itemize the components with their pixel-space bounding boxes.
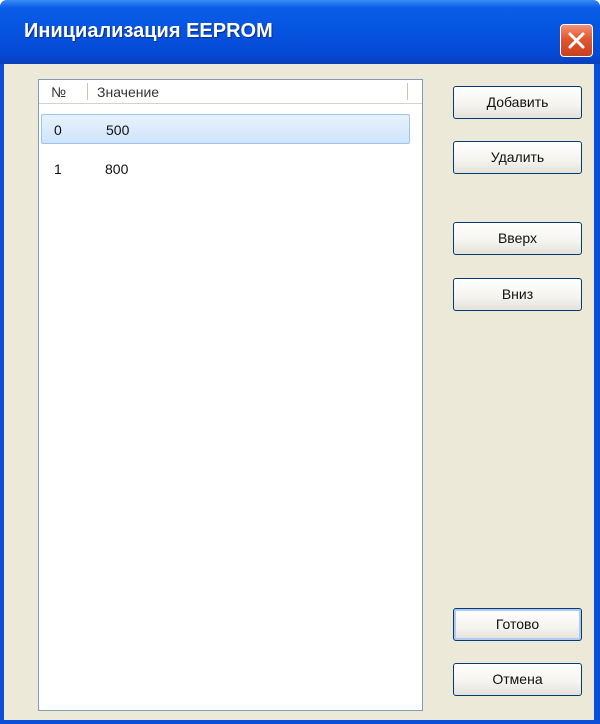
cancel-button[interactable]: Отмена [453, 663, 582, 696]
done-button[interactable]: Готово [453, 608, 582, 641]
window-title: Инициализация EEPROM [24, 20, 273, 42]
list-header: № Значение [39, 80, 422, 104]
add-button[interactable]: Добавить [453, 86, 582, 119]
row-index: 0 [54, 122, 62, 138]
delete-button[interactable]: Удалить [453, 141, 582, 174]
row-value: 500 [106, 122, 130, 138]
move-down-button[interactable]: Вниз [453, 278, 582, 311]
close-icon [568, 32, 585, 49]
row-index: 1 [54, 161, 62, 177]
list-row[interactable]: 0 500 [41, 114, 410, 144]
column-header-value[interactable]: Значение [97, 84, 159, 100]
move-up-button[interactable]: Вверх [453, 222, 582, 255]
column-divider[interactable] [87, 83, 88, 100]
column-header-number[interactable]: № [51, 84, 66, 100]
column-divider[interactable] [407, 83, 408, 100]
title-bar[interactable]: Инициализация EEPROM [0, 0, 600, 64]
eeprom-values-list[interactable]: № Значение 0 500 1 800 [38, 79, 423, 711]
close-button[interactable] [560, 24, 593, 57]
row-value: 800 [105, 161, 129, 177]
list-row[interactable]: 1 800 [41, 154, 410, 184]
dialog-client-area: № Значение 0 500 1 800 Добавить Удалить … [4, 64, 594, 720]
dialog-window: Инициализация EEPROM № Значение 0 500 1 … [0, 0, 600, 724]
